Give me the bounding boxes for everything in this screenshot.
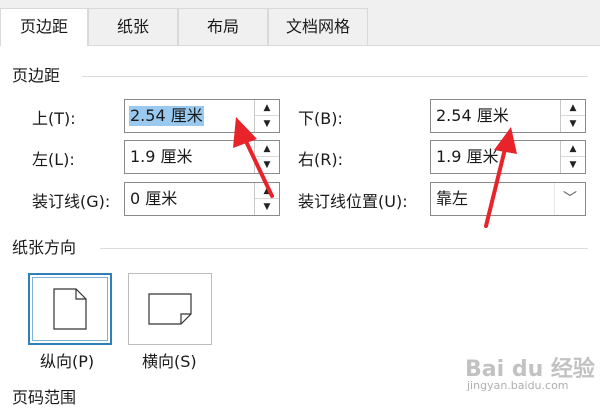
bottom-margin-value: 2.54 厘米 [436, 106, 509, 125]
spin-up-icon[interactable]: ▲ [255, 183, 279, 199]
tab-paper[interactable]: 纸张 [88, 8, 178, 45]
top-margin-input[interactable]: 2.54 厘米 ▲ ▼ [124, 99, 280, 133]
spin-down-icon[interactable]: ▼ [255, 116, 279, 132]
left-margin-spinner: ▲ ▼ [254, 141, 279, 173]
left-margin-value: 1.9 厘米 [130, 147, 193, 166]
pages-section-title: 页码范围 [12, 388, 77, 407]
gutter-position-select[interactable]: 靠左 ﹀ [430, 182, 586, 216]
left-margin-label: 左(L): [32, 150, 75, 169]
baidu-watermark: Bai du 经验 jingyan.baidu.com [465, 347, 597, 397]
top-margin-value: 2.54 厘米 [129, 106, 204, 126]
landscape-button[interactable] [128, 273, 212, 345]
gutter-position-label: 装订线位置(U): [298, 192, 408, 211]
portrait-page-icon [53, 288, 87, 330]
tab-margins[interactable]: 页边距 [0, 8, 88, 46]
orientation-section-title: 纸张方向 [12, 238, 77, 257]
margins-section-title: 页边距 [12, 66, 61, 85]
tab-document-grid[interactable]: 文档网格 [268, 8, 368, 45]
bottom-margin-input[interactable]: 2.54 厘米 ▲ ▼ [430, 99, 586, 133]
spin-down-icon[interactable]: ▼ [255, 199, 279, 215]
portrait-button[interactable] [28, 273, 112, 345]
landscape-page-icon [148, 293, 192, 325]
gutter-value: 0 厘米 [130, 189, 178, 208]
gutter-spinner: ▲ ▼ [254, 183, 279, 215]
tab-layout[interactable]: 布局 [178, 8, 268, 45]
gutter-position-value: 靠左 [436, 189, 469, 208]
orientation-divider [100, 248, 588, 249]
bottom-margin-label: 下(B): [298, 109, 343, 128]
spin-up-icon[interactable]: ▲ [255, 100, 279, 116]
chevron-down-icon[interactable]: ﹀ [554, 183, 585, 215]
margins-divider [82, 76, 588, 77]
portrait-label[interactable]: 纵向(P) [40, 352, 94, 372]
left-margin-input[interactable]: 1.9 厘米 ▲ ▼ [124, 140, 280, 174]
landscape-label[interactable]: 横向(S) [142, 352, 197, 372]
top-margin-spinner: ▲ ▼ [254, 100, 279, 132]
right-margin-spinner: ▲ ▼ [560, 141, 585, 173]
spin-up-icon[interactable]: ▲ [561, 141, 585, 157]
top-margin-label: 上(T): [32, 109, 76, 128]
spin-down-icon[interactable]: ▼ [561, 157, 585, 173]
spin-down-icon[interactable]: ▼ [255, 157, 279, 173]
right-margin-value: 1.9 厘米 [436, 147, 499, 166]
spin-down-icon[interactable]: ▼ [561, 116, 585, 132]
gutter-label: 装订线(G): [32, 192, 111, 211]
watermark-url: jingyan.baidu.com [467, 379, 569, 392]
right-margin-label: 右(R): [298, 150, 343, 169]
spin-up-icon[interactable]: ▲ [561, 100, 585, 116]
bottom-margin-spinner: ▲ ▼ [560, 100, 585, 132]
gutter-input[interactable]: 0 厘米 ▲ ▼ [124, 182, 280, 216]
spin-up-icon[interactable]: ▲ [255, 141, 279, 157]
tab-bar: 页边距 纸张 布局 文档网格 [0, 0, 600, 46]
right-margin-input[interactable]: 1.9 厘米 ▲ ▼ [430, 140, 586, 174]
